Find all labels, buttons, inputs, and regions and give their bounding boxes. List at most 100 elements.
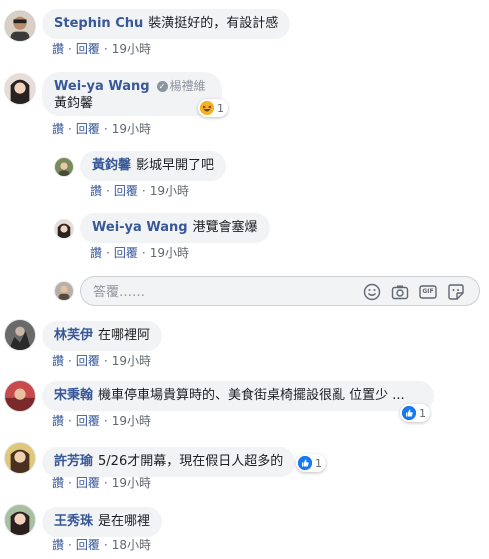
like-link[interactable]: 讚 [90,184,102,198]
separator: · [103,476,108,490]
reply-link[interactable]: 回覆 [76,538,100,552]
reply-composer[interactable]: GIF [80,276,480,307]
comment-actions: 讚 · 回覆 · 19小時 [52,353,151,369]
reaction-number: 1 [315,456,322,470]
reply-link[interactable]: 回覆 [76,122,100,136]
comment-actions: 讚 · 回覆 · 18小時 [52,537,151,553]
reply-link[interactable]: 回覆 [114,184,138,198]
haha-icon [200,101,214,115]
separator: · [103,122,108,136]
comment-text: 在哪裡阿 [98,328,151,343]
comment-timestamp[interactable]: 19小時 [112,354,151,368]
separator: · [103,354,108,368]
like-icon [402,406,416,420]
reaction-number: 1 [419,406,426,420]
reaction-number: 1 [217,101,224,115]
reply-link[interactable]: 回覆 [76,414,100,428]
comment-bubble: 宋秉翰 機車停車場貴算時的、美食街桌椅擺設很亂 位置少 ... [42,381,434,411]
comment-bubble: 王秀珠 是在哪裡 [42,507,163,537]
reaction-count[interactable]: 1 [400,404,430,422]
reply-link[interactable]: 回覆 [76,476,100,490]
avatar[interactable] [4,380,36,412]
comment-author[interactable]: Stephin Chu [54,16,143,31]
like-link[interactable]: 讚 [90,246,102,260]
comment-timestamp[interactable]: 19小時 [112,414,151,428]
comment-actions: 讚 · 回覆 · 19小時 [90,183,189,199]
comment-text: 影城早開了吧 [136,158,215,173]
comment-timestamp[interactable]: 19小時 [112,476,151,490]
comment-bubble: 林芙伊 在哪裡阿 [42,321,163,351]
separator: · [68,354,72,368]
like-link[interactable]: 讚 [52,414,64,428]
like-icon [298,456,312,470]
avatar[interactable] [4,319,36,351]
comment-actions: 讚 · 回覆 · 19小時 [52,475,151,491]
camera-icon[interactable] [391,283,409,301]
comment-actions: 讚 · 回覆 · 19小時 [90,245,189,261]
separator: · [103,538,108,552]
separator: · [68,42,72,56]
my-avatar [54,281,74,301]
comment-author[interactable]: 許芳瑜 [54,454,93,469]
separator: · [106,246,110,260]
comment-text: 港覽會塞爆 [192,220,258,235]
comment-text: 5/26才開幕，現在假日人超多的 [98,454,284,469]
comment-bubble: 許芳瑜 5/26才開幕，現在假日人超多的 [42,447,296,477]
reply-link[interactable]: 回覆 [114,246,138,260]
like-link[interactable]: 讚 [52,476,64,490]
comment-author[interactable]: Wei-ya Wang [54,79,150,94]
comment-timestamp[interactable]: 19小時 [150,246,189,260]
avatar[interactable] [54,219,74,239]
reply-link[interactable]: 回覆 [76,42,100,56]
reaction-count[interactable]: 1 [198,99,228,117]
separator: · [103,42,108,56]
avatar[interactable] [4,442,36,474]
like-link[interactable]: 讚 [52,42,64,56]
reply-link[interactable]: 回覆 [76,354,100,368]
comment-author[interactable]: 王秀珠 [54,514,93,529]
comment-timestamp[interactable]: 19小時 [150,184,189,198]
comment-timestamp[interactable]: 18小時 [112,538,151,552]
like-link[interactable]: 讚 [52,354,64,368]
separator: · [141,184,146,198]
comment-actions: 讚 · 回覆 · 19小時 [52,413,151,429]
comment-timestamp[interactable]: 19小時 [112,42,151,56]
separator: · [103,414,108,428]
comment-text: 機車停車場貴算時的、美食街桌椅擺設很亂 位置少 ... [98,388,405,403]
separator: · [68,414,72,428]
comment-actions: 讚 · 回覆 · 19小時 [52,121,151,137]
comment-bubble: Wei-ya Wang ✓ 楊禮維 黃鈞馨 [42,72,222,116]
avatar[interactable] [54,157,74,177]
comment-timestamp[interactable]: 19小時 [112,122,151,136]
avatar[interactable] [4,504,36,536]
comment-bubble: 黃鈞馨 影城早開了吧 [80,151,227,181]
reply-input[interactable] [91,277,355,307]
comment-text: 黃鈞馨 [54,96,94,111]
gif-label: GIF [422,288,434,295]
mention-badge[interactable]: ✓ 楊禮維 [156,79,206,93]
emoji-icon[interactable] [363,283,381,301]
like-link[interactable]: 讚 [52,122,64,136]
comment-bubble: Stephin Chu 裝潢挺好的，有設計感 [42,9,291,39]
separator: · [68,538,72,552]
separator: · [68,122,72,136]
separator: · [106,184,110,198]
like-link[interactable]: 讚 [52,538,64,552]
comment-bubble: Wei-ya Wang 港覽會塞爆 [80,213,270,243]
gif-icon[interactable]: GIF [419,283,437,301]
comment-actions: 讚 · 回覆 · 19小時 [52,41,151,57]
separator: · [141,246,146,260]
avatar[interactable] [4,73,36,105]
comment-author[interactable]: Wei-ya Wang [92,220,188,235]
mention-name: 楊禮維 [169,79,206,93]
check-icon: ✓ [156,81,168,92]
sticker-icon[interactable] [447,283,465,301]
comment-text: 裝潢挺好的，有設計感 [148,16,279,31]
comment-author[interactable]: 黃鈞馨 [92,158,131,173]
separator: · [68,476,72,490]
comment-author[interactable]: 林芙伊 [54,328,93,343]
comment-author[interactable]: 宋秉翰 [54,388,93,403]
comment-text: 是在哪裡 [98,514,151,529]
avatar[interactable] [4,10,36,42]
reaction-count[interactable]: 1 [296,454,326,472]
